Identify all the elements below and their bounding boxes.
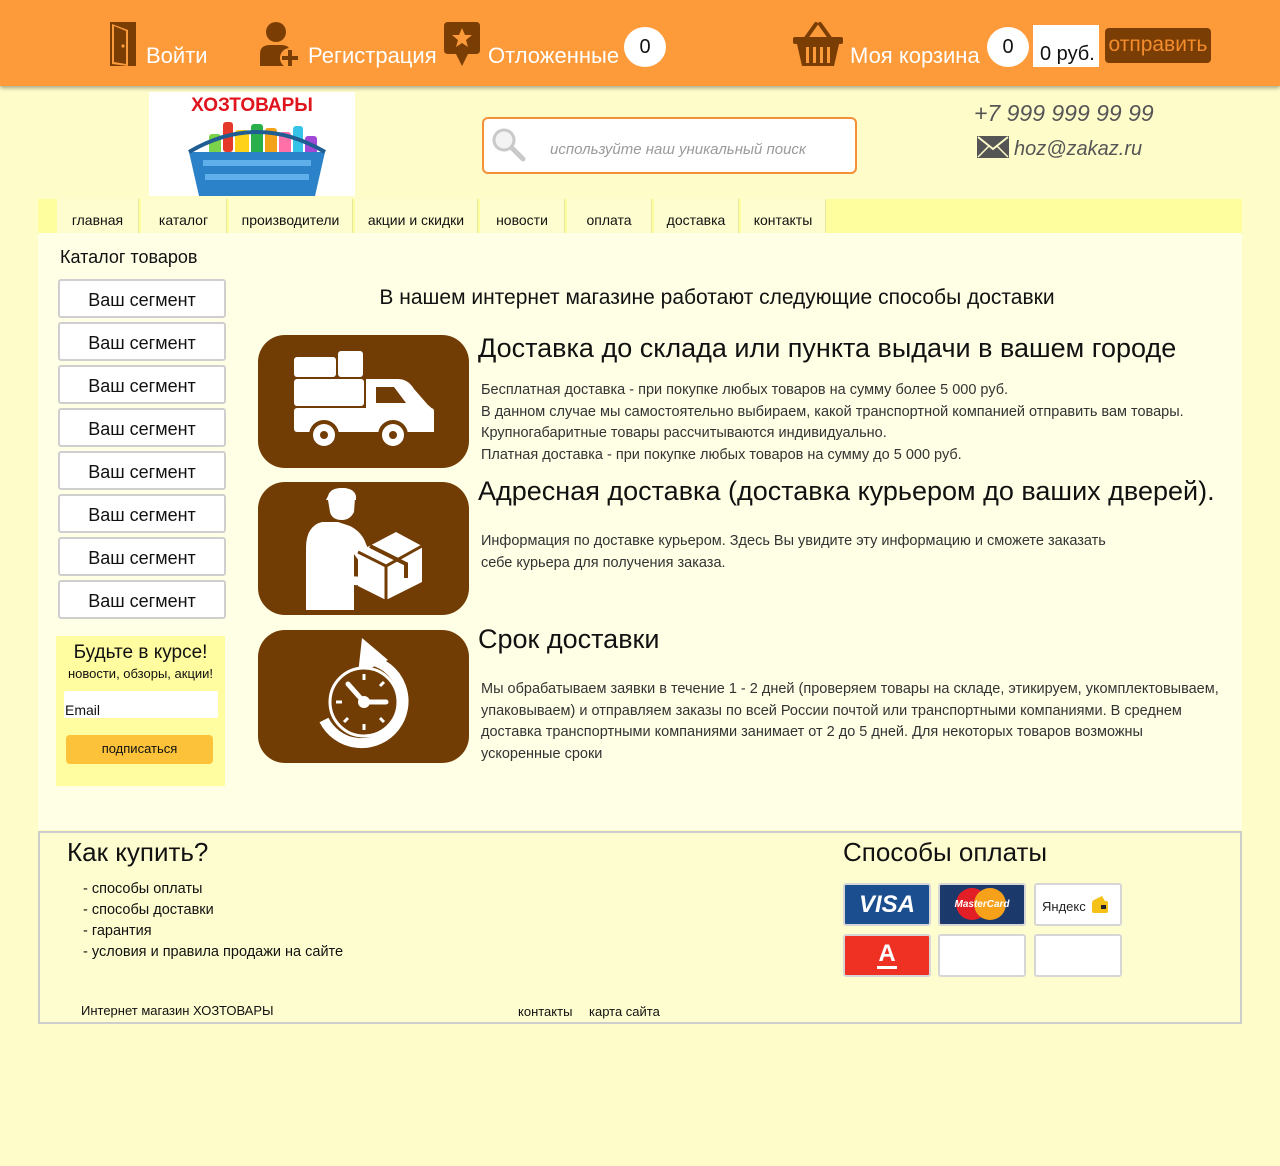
shop-name: Интернет магазин ХОЗТОВАРЫ xyxy=(81,1003,274,1018)
catalog-segment[interactable]: Ваш сегмент xyxy=(58,580,226,619)
send-button[interactable]: отправить xyxy=(1105,28,1211,63)
catalog-segment[interactable]: Ваш сегмент xyxy=(58,408,226,447)
top-bar: Войти Регистрация Отложенные 0 Моя корзи… xyxy=(0,0,1280,86)
how-to-buy-title: Как купить? xyxy=(67,837,209,867)
visa-logo: VISA xyxy=(843,883,931,926)
subscribe-box: Будьте в курсе! новости, обзоры, акции! … xyxy=(56,636,225,786)
text-line: упаковываем) и отправляем заказы по всей… xyxy=(481,702,1182,719)
alfa-bank-logo: А xyxy=(843,934,931,977)
text-line: ускоренные сроки xyxy=(481,745,603,762)
nav-item-manufacturers[interactable]: производители xyxy=(229,199,352,233)
login-link[interactable]: Войти xyxy=(108,20,208,68)
nav-item-payment[interactable]: оплата xyxy=(567,199,651,233)
truck-icon xyxy=(258,335,469,468)
text-line: Мы обрабатываем заявки в течение 1 - 2 д… xyxy=(481,681,1219,697)
payment-placeholder xyxy=(1034,934,1122,977)
catalog-segment[interactable]: Ваш сегмент xyxy=(58,322,226,361)
cart-sum: 0 руб. xyxy=(1033,25,1099,67)
bookmark-star-icon xyxy=(444,20,482,68)
nav-item-news[interactable]: новости xyxy=(480,199,564,233)
subscribe-button[interactable]: подписаться xyxy=(66,735,213,764)
visa-text: VISA xyxy=(858,891,915,918)
catalog-segment[interactable]: Ваш сегмент xyxy=(58,537,226,576)
wallet-icon xyxy=(1092,896,1108,913)
section-text: Мы обрабатываем заявки в течение 1 - 2 д… xyxy=(481,679,1219,765)
search-input[interactable] xyxy=(550,141,840,158)
text-line: Крупногабаритные товары рассчитываются и… xyxy=(481,425,887,441)
mastercard-logo: MasterCard xyxy=(938,883,1026,926)
search-icon[interactable] xyxy=(491,127,527,168)
catalog-segment[interactable]: Ваш сегмент xyxy=(58,451,226,490)
section-text: Информация по доставке курьером. Здесь В… xyxy=(481,531,1106,574)
courier-icon xyxy=(258,482,469,615)
envelope-icon xyxy=(977,136,1009,163)
cart-count: 0 xyxy=(987,27,1029,67)
nav-item-promotions[interactable]: акции и скидки xyxy=(355,199,477,233)
yandex-text: Яндекс xyxy=(1042,899,1086,914)
section-title: Срок доставки xyxy=(478,624,660,654)
nav-item-home[interactable]: главная xyxy=(57,199,138,233)
section-title: Доставка до склада или пункта выдачи в в… xyxy=(478,333,1177,363)
add-user-icon xyxy=(258,20,302,68)
subscribe-title: Будьте в курсе! xyxy=(73,642,208,663)
mastercard-text: MasterCard xyxy=(954,899,1010,910)
yandex-money-logo: Яндекс xyxy=(1034,883,1122,926)
phone-number: +7 999 999 99 99 xyxy=(974,100,1154,126)
deferred-label: Отложенные xyxy=(488,43,620,68)
catalog-segment[interactable]: Ваш сегмент xyxy=(58,365,226,404)
catalog-title: Каталог товаров xyxy=(60,247,198,267)
text-line: Платная доставка - при покупке любых тов… xyxy=(481,446,962,463)
footer-link-terms[interactable]: - условия и правила продажи на сайте xyxy=(83,942,343,963)
email-address: hoz@zakaz.ru xyxy=(1014,138,1143,160)
basket-icon xyxy=(792,20,844,68)
text-line: доставка транспортными компаниями занима… xyxy=(481,724,1143,740)
email-contact[interactable]: hoz@zakaz.ru xyxy=(977,136,1142,163)
text-line: Информация по доставке курьером. Здесь В… xyxy=(481,533,1106,549)
clock-icon xyxy=(258,630,469,763)
nav-item-contacts[interactable]: контакты xyxy=(741,199,825,233)
footer-link-warranty[interactable]: - гарантия xyxy=(83,921,343,942)
register-link[interactable]: Регистрация xyxy=(258,20,437,68)
nav-item-catalog[interactable]: каталог xyxy=(141,199,226,233)
subscribe-email-input[interactable] xyxy=(64,691,218,718)
footer: Как купить? - способы оплаты - способы д… xyxy=(38,831,1242,1024)
page-title: В нашем интернет магазине работают следу… xyxy=(379,286,1055,309)
section-text: Бесплатная доставка - при покупке любых … xyxy=(481,380,1184,466)
main-nav: главная каталог производители акции и ск… xyxy=(38,199,1242,233)
section-title: Адресная доставка (доставка курьером до … xyxy=(478,476,1215,506)
search-box xyxy=(482,117,857,174)
logo[interactable]: ХОЗТОВАРЫ xyxy=(149,92,355,196)
payment-placeholder xyxy=(938,934,1026,977)
footer-link-delivery[interactable]: - способы доставки xyxy=(83,900,343,921)
catalog-segment[interactable]: Ваш сегмент xyxy=(58,279,226,318)
login-label: Войти xyxy=(146,43,208,68)
register-label: Регистрация xyxy=(308,43,437,68)
footer-link-contacts[interactable]: контакты xyxy=(518,1004,572,1019)
subscribe-subtitle: новости, обзоры, акции! xyxy=(67,666,214,681)
cart-label: Моя корзина xyxy=(850,43,980,68)
catalog-segment[interactable]: Ваш сегмент xyxy=(58,494,226,533)
deferred-link[interactable]: Отложенные xyxy=(444,20,619,68)
text-line: Бесплатная доставка - при покупке любых … xyxy=(481,382,1009,398)
payment-methods-title: Способы оплаты xyxy=(843,837,1048,867)
footer-link-sitemap[interactable]: карта сайта xyxy=(589,1004,660,1019)
deferred-count: 0 xyxy=(624,27,666,67)
nav-item-delivery[interactable]: доставка xyxy=(654,199,738,233)
text-line: себе курьера для получения заказа. xyxy=(481,554,726,571)
footer-link-payment[interactable]: - способы оплаты xyxy=(83,879,343,900)
door-icon xyxy=(108,20,140,68)
cart-link[interactable]: Моя корзина xyxy=(792,20,980,68)
how-to-buy-list: - способы оплаты - способы доставки - га… xyxy=(83,879,343,963)
text-line: В данном случае мы самостоятельно выбира… xyxy=(481,403,1184,420)
